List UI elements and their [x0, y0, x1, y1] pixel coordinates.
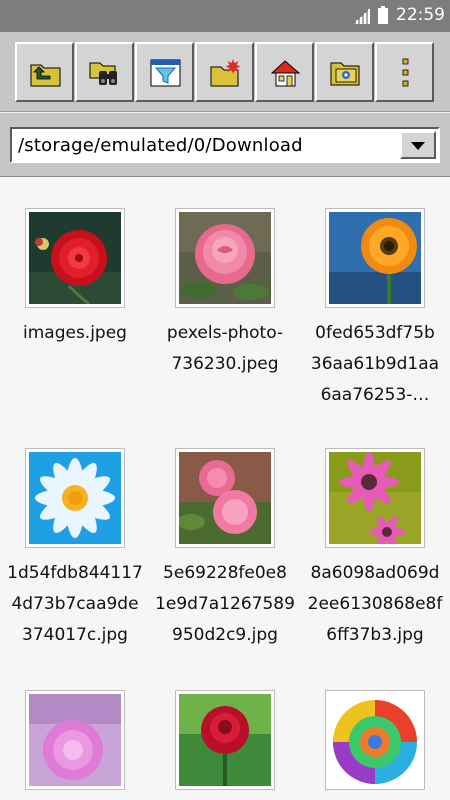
- search-button[interactable]: [75, 42, 134, 102]
- file-name: pexels-photo- 736230.jpeg: [166, 323, 284, 374]
- file-name: 5e69228fe0e8 1e9d7a1267589 950d2c9.jpg: [155, 563, 295, 645]
- file-thumbnail: [175, 690, 275, 790]
- file-thumbnail: [325, 208, 425, 308]
- file-grid: images.jpeg pexels-photo- 736230.jpeg 0f…: [0, 178, 450, 800]
- home-button[interactable]: [255, 42, 314, 102]
- folder-up-button[interactable]: [15, 42, 74, 102]
- file-name: 0fed653df75b 36aa61b9d1aa 6aa76253-…: [310, 323, 440, 405]
- folder-settings-button[interactable]: [315, 42, 374, 102]
- orange-gerbera-image: [329, 212, 421, 304]
- file-thumbnail: [175, 448, 275, 548]
- status-bar: 22:59: [0, 0, 450, 32]
- current-path: /storage/emulated/0/Download: [18, 135, 303, 156]
- file-thumbnail: [25, 448, 125, 548]
- toolbar: [0, 32, 450, 112]
- file-thumbnail: [25, 690, 125, 790]
- battery-icon: [378, 6, 388, 24]
- file-thumbnail: [175, 208, 275, 308]
- red-dahlia-image: [29, 212, 121, 304]
- white-daisy-image: [29, 452, 121, 544]
- pink-rose-image: [179, 212, 271, 304]
- red-rose-image: [179, 694, 271, 786]
- file-thumbnail: [325, 448, 425, 548]
- filter-icon: [150, 59, 181, 87]
- path-bar: /storage/emulated/0/Download: [0, 113, 450, 177]
- pink-roses-image: [179, 452, 271, 544]
- more-options-button[interactable]: [375, 42, 434, 102]
- new-folder-button[interactable]: [195, 42, 254, 102]
- rainbow-rose-image: [329, 694, 421, 786]
- path-dropdown-button[interactable]: [400, 131, 436, 159]
- path-selector[interactable]: /storage/emulated/0/Download: [10, 127, 440, 163]
- dropdown-arrow-icon: [411, 142, 425, 150]
- new-folder-icon: [210, 59, 241, 87]
- file-name: 8a6098ad069d 2ee6130868e8f 6ff37b3.jpg: [307, 563, 443, 645]
- folder-up-icon: [30, 64, 61, 87]
- pink-daisies-image: [329, 452, 421, 544]
- binoculars-search-icon: [89, 62, 117, 85]
- file-thumbnail: [325, 690, 425, 790]
- lilac-rose-image: [29, 694, 121, 786]
- signal-icon: [354, 9, 370, 24]
- status-time: 22:59: [396, 5, 445, 25]
- file-name: images.jpeg: [23, 323, 127, 343]
- file-name: 1d54fdb844117 4d73b7caa9de 374017c.jpg: [7, 563, 143, 645]
- filter-button[interactable]: [135, 42, 194, 102]
- home-icon: [270, 60, 301, 87]
- folder-settings-icon: [330, 62, 360, 86]
- more-vert-icon: [402, 58, 409, 87]
- file-thumbnail: [25, 208, 125, 308]
